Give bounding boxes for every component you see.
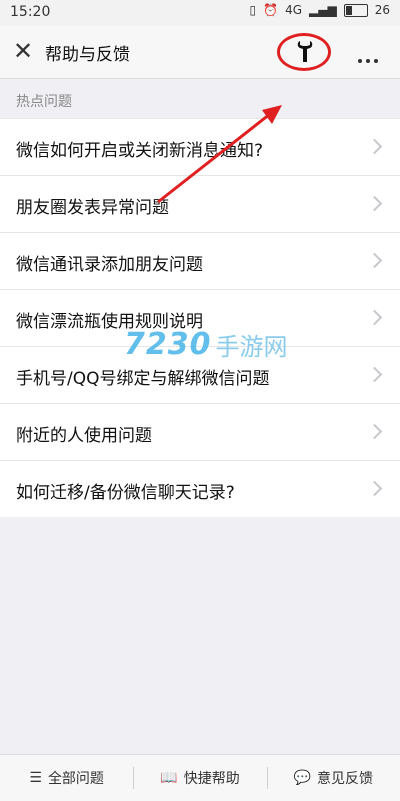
book-icon: 📖 <box>160 770 178 786</box>
list-item[interactable]: 微信漂流瓶使用规则说明 <box>0 290 400 347</box>
tab-label: 意见反馈 <box>317 771 374 787</box>
list-item-label: 微信如何开启或关闭新消息通知? <box>16 141 264 161</box>
list-item-label: 微信通讯录添加朋友问题 <box>16 255 203 275</box>
tab-label: 全部问题 <box>47 771 104 787</box>
list-item-label: 附近的人使用问题 <box>16 426 152 446</box>
signal-icon: ▂▄▆ <box>309 3 337 17</box>
network-label: 4G <box>285 3 303 17</box>
chevron-right-icon <box>366 309 383 326</box>
bottom-tab-bar: ☰ 全部问题 📖 快捷帮助 💬 意见反馈 <box>0 754 400 801</box>
chevron-right-icon <box>366 366 383 383</box>
list-item-label: 朋友圈发表异常问题 <box>16 198 169 218</box>
tab-feedback[interactable]: 💬 意见反馈 <box>266 755 400 801</box>
wrench-highlight-circle <box>277 33 331 71</box>
status-bar: 15:20 ▯ ⏰ 4G ▂▄▆ 26 <box>0 0 400 26</box>
chevron-right-icon <box>366 423 383 440</box>
vibrate-icon: ▯ <box>249 3 257 17</box>
chevron-right-icon <box>366 480 383 497</box>
faq-list: 微信如何开启或关闭新消息通知? 朋友圈发表异常问题 微信通讯录添加朋友问题 微信… <box>0 118 400 517</box>
chevron-right-icon <box>366 252 383 269</box>
comment-icon: 💬 <box>293 770 312 786</box>
header-bar: ✕ 帮助与反馈 <box>0 26 400 79</box>
alarm-icon: ⏰ <box>263 3 279 17</box>
list-item[interactable]: 微信如何开启或关闭新消息通知? <box>0 119 400 176</box>
list-item[interactable]: 朋友圈发表异常问题 <box>0 176 400 233</box>
status-icons: ▯ ⏰ 4G ▂▄▆ 26 <box>250 3 390 17</box>
tab-quick-help[interactable]: 📖 快捷帮助 <box>133 755 266 801</box>
chevron-right-icon <box>366 138 383 155</box>
chevron-right-icon <box>366 195 383 212</box>
list-item[interactable]: 附近的人使用问题 <box>0 404 400 461</box>
list-item-label: 如何迁移/备份微信聊天记录? <box>16 483 235 503</box>
more-icon[interactable] <box>358 48 382 63</box>
close-icon[interactable]: ✕ <box>10 38 36 64</box>
list-item[interactable]: 如何迁移/备份微信聊天记录? <box>0 461 400 517</box>
wrench-icon[interactable] <box>294 40 316 64</box>
battery-level: 26 <box>374 3 390 17</box>
tab-all-questions[interactable]: ☰ 全部问题 <box>0 755 133 801</box>
list-item[interactable]: 手机号/QQ号绑定与解绑微信问题 <box>0 347 400 404</box>
list-item-label: 微信漂流瓶使用规则说明 <box>16 312 203 332</box>
list-icon: ☰ <box>29 770 42 786</box>
status-time: 15:20 <box>10 4 51 20</box>
section-title: 热点问题 <box>16 94 72 110</box>
battery-icon <box>343 3 368 17</box>
page-title: 帮助与反馈 <box>45 45 130 65</box>
list-item-label: 手机号/QQ号绑定与解绑微信问题 <box>16 369 270 389</box>
list-item[interactable]: 微信通讯录添加朋友问题 <box>0 233 400 290</box>
tab-label: 快捷帮助 <box>183 771 240 787</box>
